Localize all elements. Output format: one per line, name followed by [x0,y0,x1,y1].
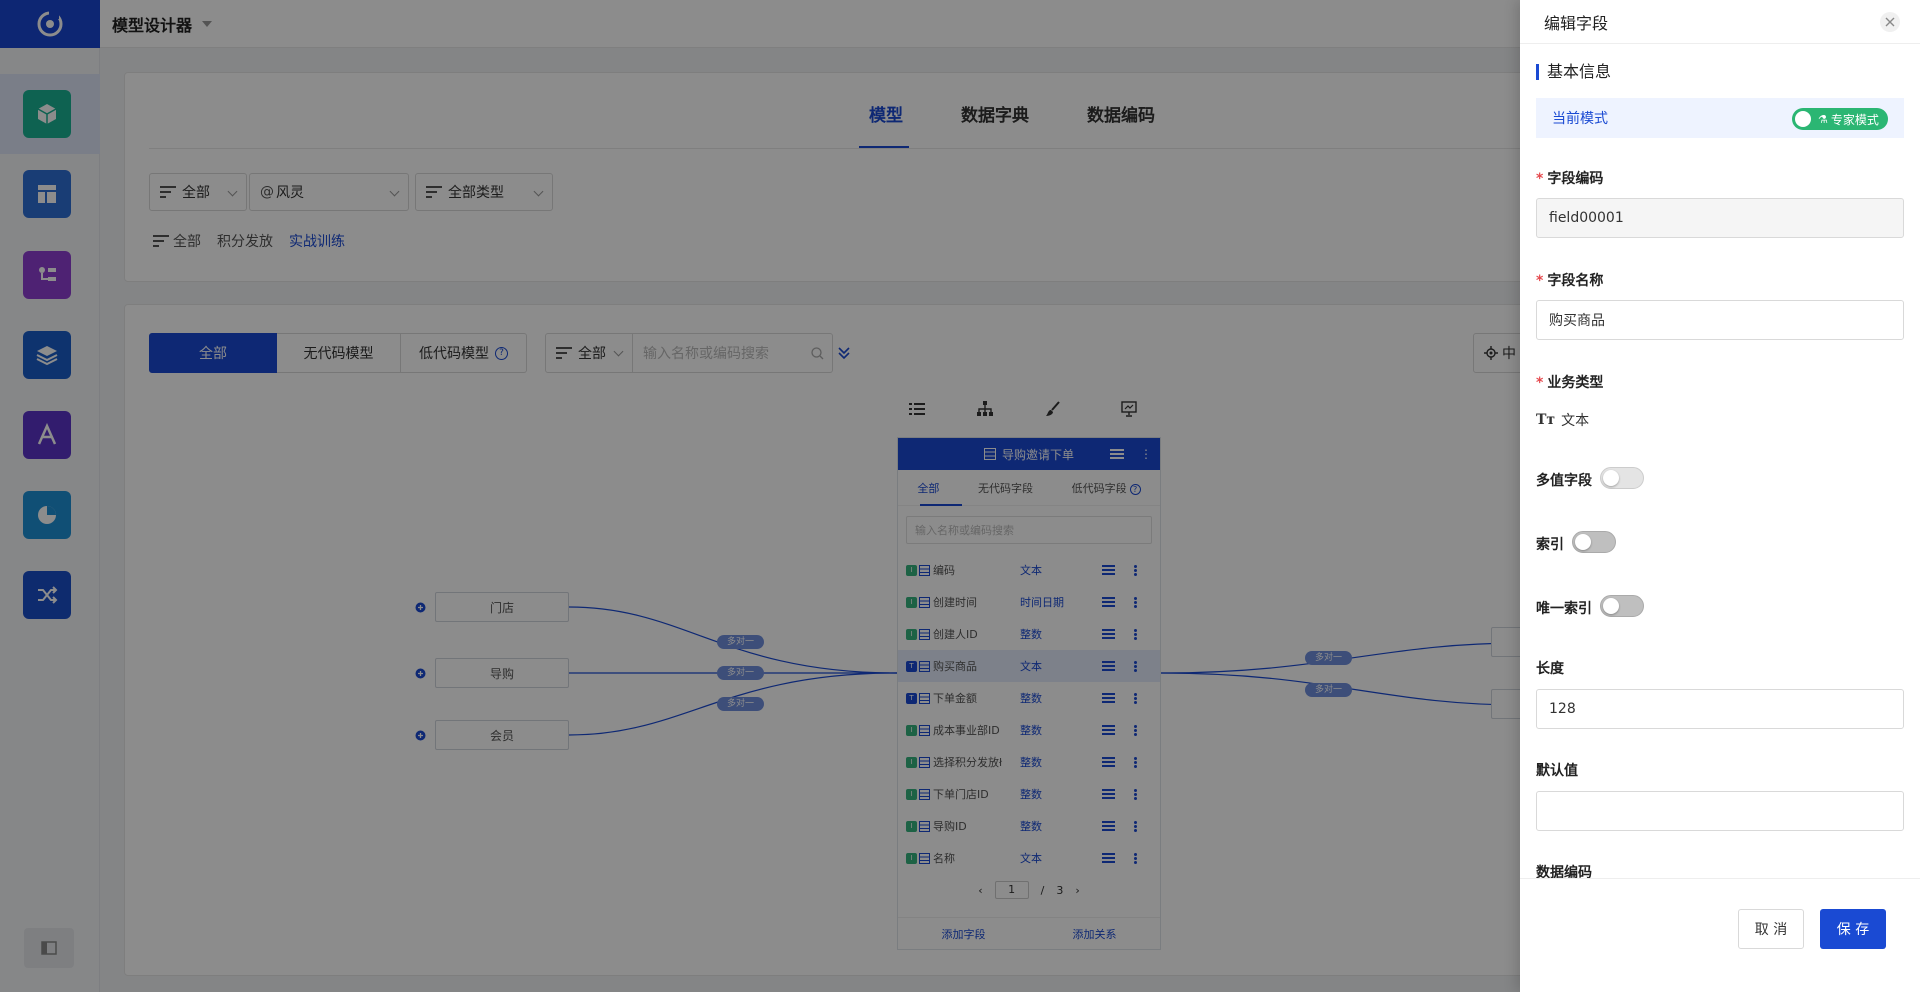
length-label: 长度 [1536,661,1564,677]
biz-type-value[interactable]: Tт 文本 [1536,410,1589,430]
length-input[interactable]: 128 [1536,689,1904,729]
field-code-label: * 字段编码 [1536,168,1603,188]
flask-icon: ⚗ [1818,112,1828,126]
expert-mode-label: 专家模式 [1830,112,1879,127]
required-mark: * [1536,375,1544,391]
field-code-value: field00001 [1549,210,1624,226]
unique-index-label: 唯一索引 [1536,601,1592,617]
expert-mode-toggle[interactable]: ⚗ 专家模式 [1792,108,1888,130]
required-mark: * [1536,171,1544,187]
multi-value-label: 多值字段 [1536,473,1592,489]
field-name-label-text: 字段名称 [1547,273,1604,289]
drawer-title: 编辑字段 [1544,13,1609,33]
save-button[interactable]: 保 存 [1820,909,1886,949]
close-icon [1885,17,1895,27]
edit-field-drawer: 编辑字段 基本信息 当前模式 ⚗ 专家模式 * 字段编码 field00001 *… [1520,0,1920,992]
field-name-value: 购买商品 [1549,313,1605,329]
length-value: 128 [1549,701,1576,717]
mode-label: 当前模式 [1552,111,1608,127]
biz-type-label-text: 业务类型 [1547,375,1604,391]
switch-knob [1575,534,1591,550]
switch-knob [1603,598,1619,614]
drawer-close-button[interactable] [1880,12,1900,32]
toggle-knob [1795,111,1811,127]
section-basic-info: 基本信息 [1536,64,1611,80]
field-code-label-text: 字段编码 [1547,171,1604,187]
index-label: 索引 [1536,537,1564,553]
default-value-label: 默认值 [1536,763,1578,779]
text-type-icon: Tт [1536,412,1556,428]
default-value-input[interactable] [1536,791,1904,831]
unique-index-switch[interactable] [1600,595,1644,617]
switch-knob [1603,470,1619,486]
field-name-label: * 字段名称 [1536,270,1603,290]
required-mark: * [1536,273,1544,289]
biz-type-text: 文本 [1561,413,1590,429]
multi-value-switch[interactable] [1600,467,1644,489]
drawer-footer: 取 消 保 存 [1520,878,1920,992]
field-name-input[interactable]: 购买商品 [1536,300,1904,340]
field-code-input: field00001 [1536,198,1904,238]
cancel-button[interactable]: 取 消 [1738,909,1804,949]
index-switch[interactable] [1572,531,1616,553]
drawer-overlay-mask[interactable] [0,0,1520,992]
biz-type-label: * 业务类型 [1536,372,1603,392]
drawer-header: 编辑字段 [1520,0,1920,44]
mode-bar: 当前模式 ⚗ 专家模式 [1536,98,1904,138]
